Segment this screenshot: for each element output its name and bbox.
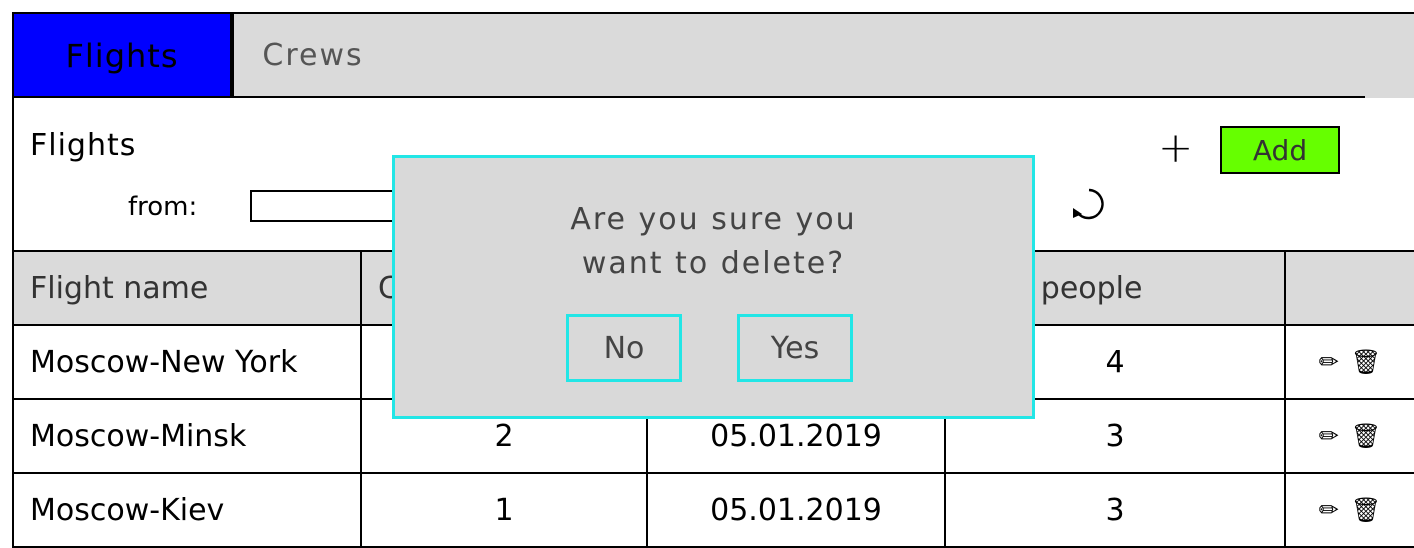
- dialog-message-line1: Are you sure you: [570, 202, 857, 237]
- edit-icon[interactable]: ✏: [1319, 348, 1339, 376]
- filter-from-label: from:: [128, 192, 198, 222]
- no-button[interactable]: No: [566, 314, 682, 382]
- confirm-dialog: [392, 155, 1035, 419]
- refresh-icon[interactable]: [1068, 184, 1110, 224]
- add-button[interactable]: Add: [1220, 126, 1340, 174]
- cell-name: Moscow-Kiev: [12, 472, 362, 548]
- cell-crew: 1: [360, 472, 648, 548]
- plus-icon[interactable]: +: [1158, 127, 1193, 169]
- yes-button[interactable]: Yes: [737, 314, 853, 382]
- cell-actions: ✏ 🗑: [1284, 398, 1414, 474]
- trash-icon[interactable]: 🗑: [1351, 496, 1381, 524]
- cell-date: 05.01.2019: [646, 472, 946, 548]
- cell-name: Moscow-New York: [12, 324, 362, 400]
- tab-flights[interactable]: Flights: [12, 12, 232, 98]
- header-flight-name: Flight name: [12, 250, 362, 326]
- cell-actions: ✏ 🗑: [1284, 324, 1414, 400]
- tab-divider: [12, 96, 1365, 98]
- edit-icon[interactable]: ✏: [1319, 496, 1339, 524]
- cell-people: 3: [944, 472, 1286, 548]
- page-title: Flights: [30, 128, 137, 163]
- dialog-message-line2: want to delete?: [581, 246, 846, 281]
- cell-name: Moscow-Minsk: [12, 398, 362, 474]
- tab-crews[interactable]: Crews: [232, 12, 392, 98]
- filter-from-input[interactable]: [250, 190, 400, 222]
- trash-icon[interactable]: 🗑: [1351, 348, 1381, 376]
- edit-icon[interactable]: ✏: [1319, 422, 1339, 450]
- header-actions: [1284, 250, 1414, 326]
- cell-actions: ✏ 🗑: [1284, 472, 1414, 548]
- trash-icon[interactable]: 🗑: [1351, 422, 1381, 450]
- table-row: Moscow-Kiev 1 05.01.2019 3 ✏ 🗑: [12, 472, 1414, 548]
- dialog-message: Are you sure you want to delete?: [392, 198, 1035, 286]
